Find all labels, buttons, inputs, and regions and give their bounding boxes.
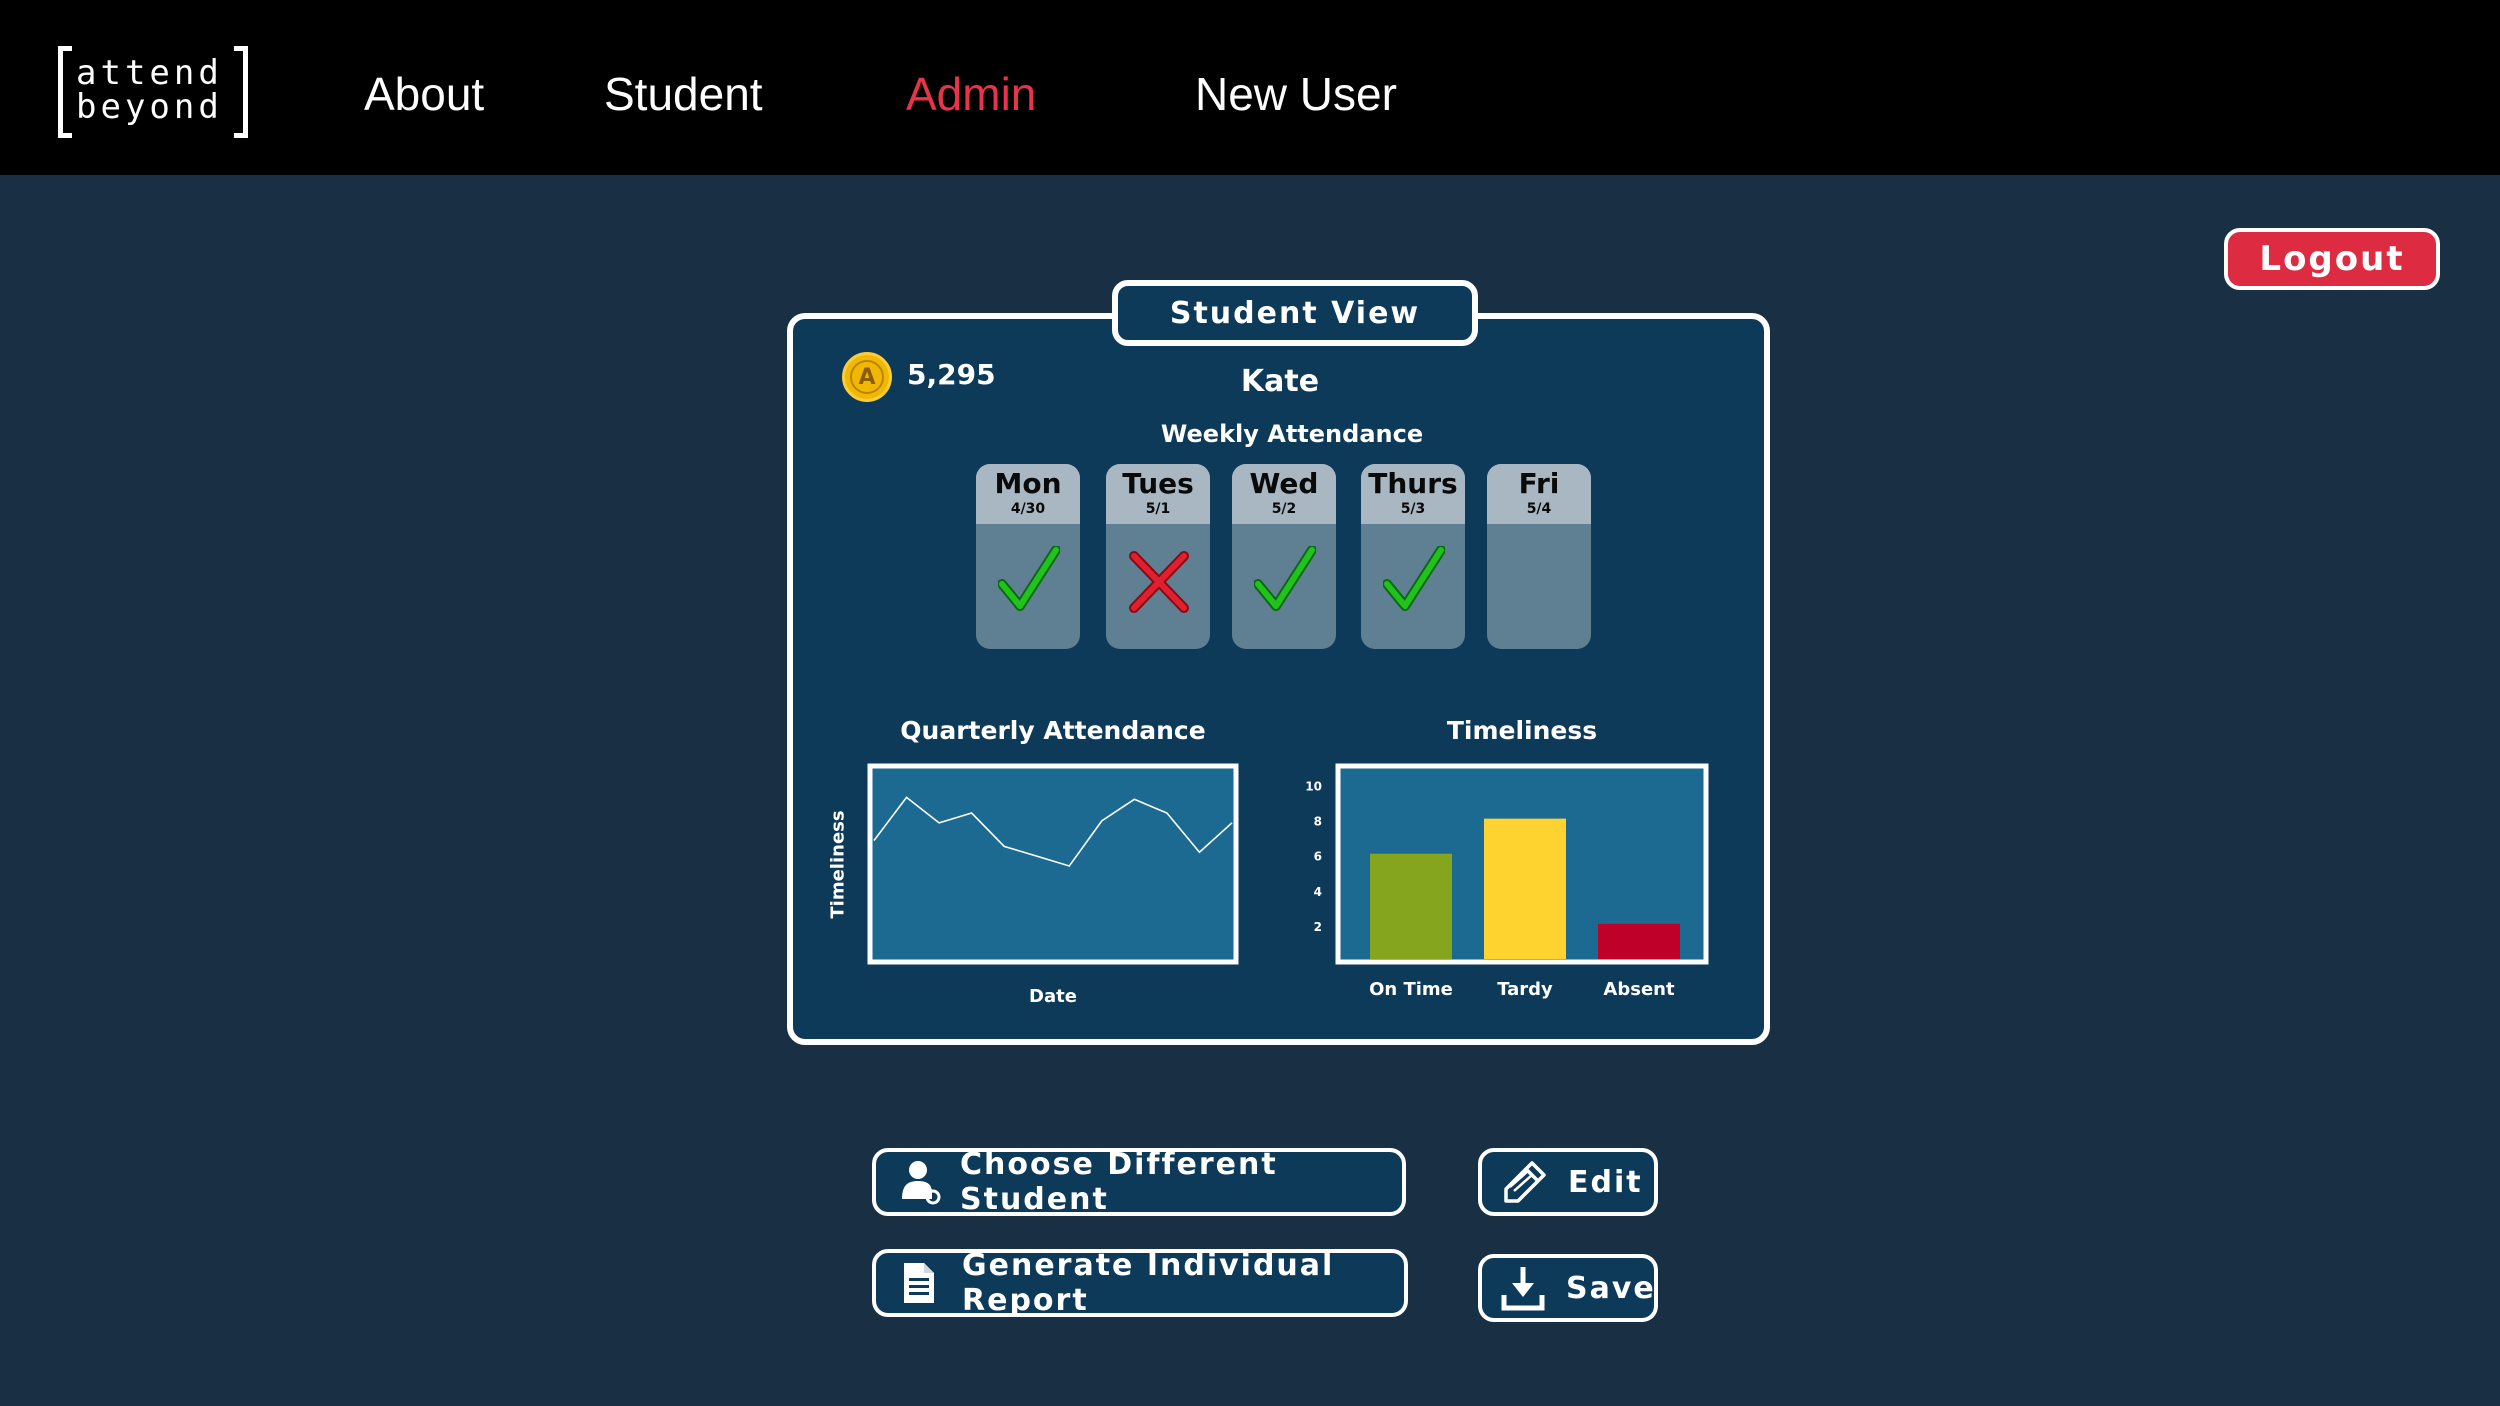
bar-chart-y-tick: 8 xyxy=(1314,815,1322,829)
download-icon xyxy=(1501,1267,1545,1311)
bar-chart-y-tick: 4 xyxy=(1314,885,1322,899)
bar-tardy xyxy=(1484,818,1566,959)
document-icon xyxy=(904,1263,934,1303)
bar-chart-y-tick: 10 xyxy=(1305,780,1322,794)
generate-individual-report-label: Generate Individual Report xyxy=(962,1248,1335,1318)
pencil-icon xyxy=(1504,1161,1546,1203)
choose-different-student-button[interactable]: Choose Different Student xyxy=(872,1147,1406,1217)
edit-label: Edit xyxy=(1568,1164,1643,1200)
bar-chart-y-tick: 6 xyxy=(1314,850,1322,864)
save-button[interactable]: Save xyxy=(1478,1254,1658,1322)
bar-on-time xyxy=(1370,853,1452,959)
bar-chart-y-tick: 2 xyxy=(1314,920,1322,934)
bar-chart-category-label: On Time xyxy=(1369,979,1453,1000)
user-icon xyxy=(902,1161,941,1205)
bar-chart-category-label: Absent xyxy=(1603,979,1675,1000)
bar-chart-category-label: Tardy xyxy=(1497,979,1553,1000)
line-chart-plot-area xyxy=(867,763,1239,965)
choose-different-student-label: Choose Different Student xyxy=(960,1147,1278,1217)
generate-individual-report-button[interactable]: Generate Individual Report xyxy=(872,1248,1408,1318)
bar-absent xyxy=(1598,923,1680,959)
edit-button[interactable]: Edit xyxy=(1478,1148,1658,1216)
save-label: Save xyxy=(1566,1270,1656,1306)
